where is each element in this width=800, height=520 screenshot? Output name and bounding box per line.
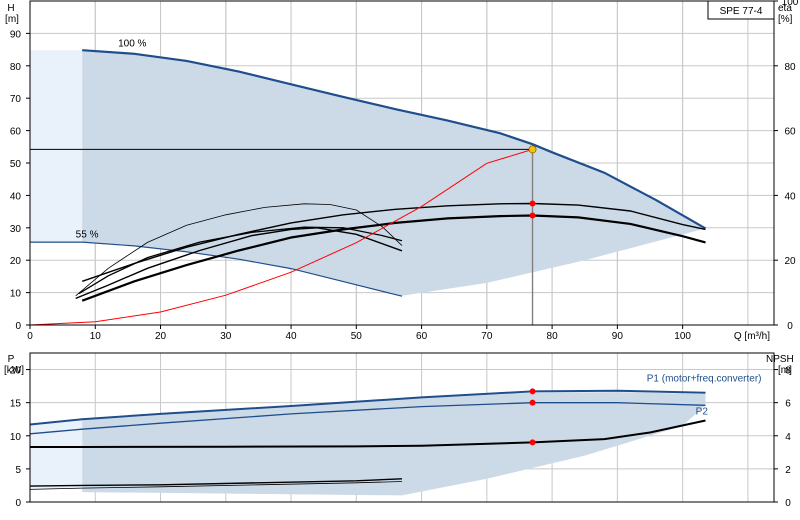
y-tick-label: 10 [10,289,22,300]
speed-annotation: 55 % [76,230,99,241]
y-tick-label: 30 [10,224,22,235]
x-tick-label: 0 [27,331,33,342]
power-marker [529,388,536,395]
y2-tick-label: 20 [784,256,796,267]
chart-title: SPE 77-4 [720,6,763,17]
pump-curve-svg: 01020304050607080900204060801000 10 20 30 40… [4,0,799,509]
x-tick-label: 60 [416,331,428,342]
y2-axis-label: eta [778,3,792,14]
y2-axis-unit: [%] [778,14,793,25]
y2-tick-label: 80 [784,62,796,73]
x-tick-label: 80 [547,331,559,342]
npsh-axis-label: NPSH [766,354,794,365]
x-tick-label: 20 [155,331,167,342]
p-tick-label: 5 [15,465,21,476]
p-axis-label: P [8,354,15,365]
y-tick-label: 20 [10,256,22,267]
x-axis-label: Q [m³/h] [734,331,770,342]
p-axis-unit: [kW] [4,365,24,376]
p-tick-label: 10 [10,432,22,443]
npsh-tick-label: 0 [785,498,791,509]
y-tick-label: 70 [10,94,22,105]
npsh-axis-unit: [m] [778,365,792,376]
npsh-tick-label: 4 [785,432,791,443]
y-axis-unit: [m] [5,14,19,25]
npsh-tick-label: 6 [785,399,791,410]
x-tick-label: 30 [220,331,232,342]
efficiency-marker [529,212,536,219]
y2-tick-label: 0 [787,321,793,332]
low-flow-region [30,50,83,243]
x-tick-label: 90 [612,331,624,342]
y-tick-label: 60 [10,127,22,138]
head-efficiency-panel: 0 10 20 30 40 50 60 70 80 90 0 20 40 60 80 100 0 10 20 30 40… [5,0,799,342]
x-tick-label: 10 [90,331,102,342]
speed-annotation: 100 % [118,38,146,49]
x-tick-label: 40 [285,331,297,342]
y-tick-label: 90 [10,29,22,40]
x-tick-label: 50 [351,331,363,342]
p-tick-label: 15 [10,399,22,410]
y2-tick-label: 60 [784,127,796,138]
series-label-p1: P1 (motor+freq.converter) [647,373,762,384]
series-label-p2: P2 [696,407,709,418]
pump-curve-chart: 0 10 20 30 40 50 60 70 80 90 0 20 40 60 80 100 0 10 20 30 40… [0,0,800,520]
x-tick-label: 100 [674,331,691,342]
duty-point-marker [528,145,537,154]
y-tick-label: 40 [10,191,22,202]
power-npsh-panel: 0510152002468P[kW]NPSH[m]P1 (motor+freq.… [4,352,794,509]
y-tick-label: 0 [15,321,21,332]
x-tick-label: 70 [481,331,493,342]
y2-tick-label: 40 [784,191,796,202]
y-axis-label: H [7,3,14,14]
efficiency-marker [529,200,536,207]
npsh-tick-label: 2 [785,465,791,476]
p-tick-label: 0 [15,498,21,509]
y-tick-label: 80 [10,62,22,73]
y-tick-label: 50 [10,159,22,170]
power-marker [529,399,536,406]
power-marker [529,439,536,446]
